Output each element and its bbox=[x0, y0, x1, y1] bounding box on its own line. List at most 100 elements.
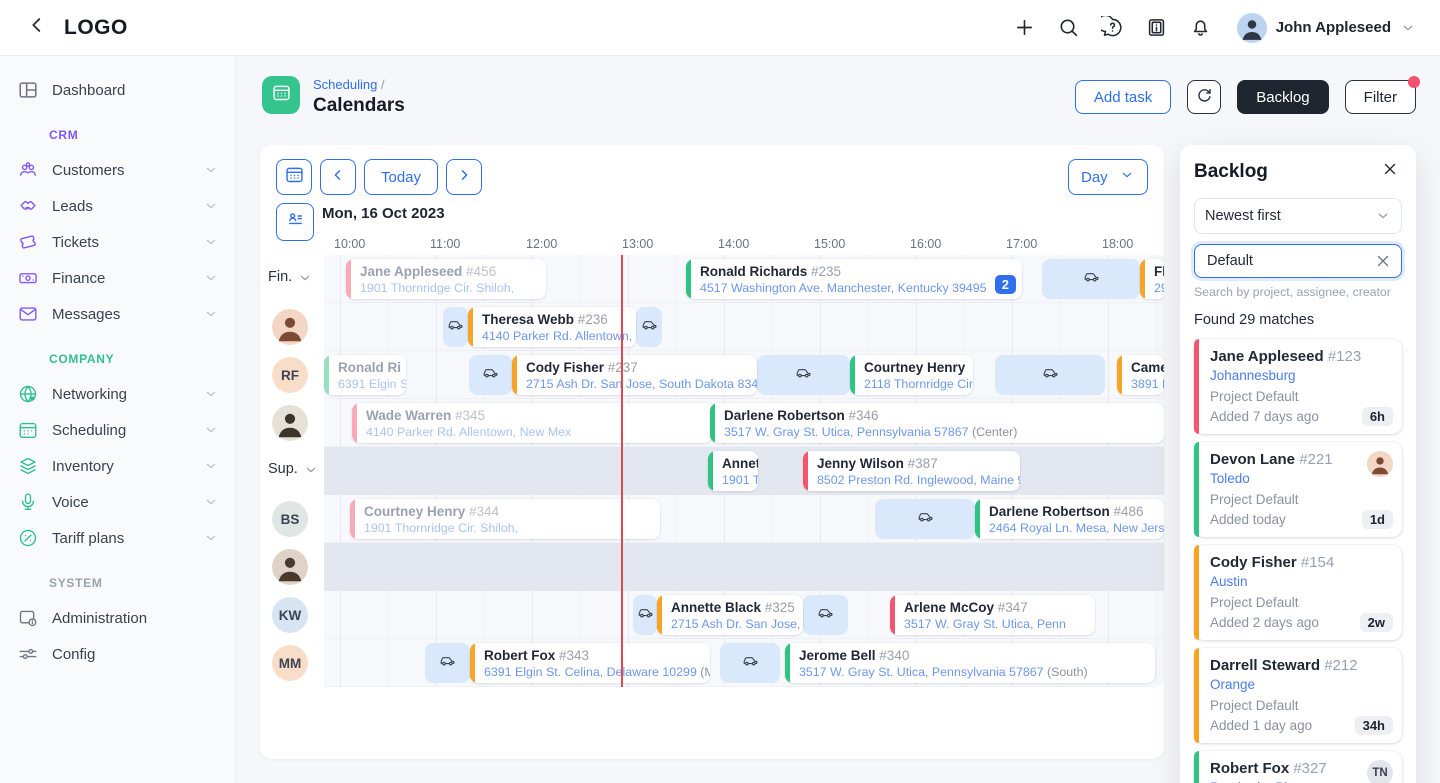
sidebar-item-finance[interactable]: Finance bbox=[0, 260, 235, 296]
calendar-event[interactable]: Annet1901 Th bbox=[708, 451, 758, 491]
calendar-event[interactable]: Arlene McCoy #3473517 W. Gray St. Utica,… bbox=[890, 595, 1095, 635]
card-city-link[interactable]: Orange bbox=[1210, 676, 1392, 693]
prev-day-button[interactable] bbox=[320, 159, 356, 195]
sidebar-item-networking[interactable]: Networking bbox=[0, 376, 235, 412]
resource-avatar-bs[interactable]: BS bbox=[272, 501, 308, 537]
sidebar-item-tickets[interactable]: Tickets bbox=[0, 224, 235, 260]
resource-group-fin[interactable]: Fin. bbox=[268, 269, 311, 285]
sidebar-item-inventory[interactable]: Inventory bbox=[0, 448, 235, 484]
backlog-card[interactable]: Devon Lane #221ToledoProject DefaultAdde… bbox=[1194, 442, 1402, 537]
calendar-event[interactable]: Cody Fisher #2372715 Ash Dr. San Jose, S… bbox=[512, 355, 757, 395]
sidebar-item-config[interactable]: Config bbox=[0, 636, 235, 672]
travel-block[interactable] bbox=[720, 643, 780, 683]
next-day-button[interactable] bbox=[446, 159, 482, 195]
card-city-link[interactable]: Johannesburg bbox=[1210, 367, 1392, 384]
back-button[interactable] bbox=[24, 15, 50, 41]
calendar-event[interactable]: Robert Fox #3436391 Elgin St. Celina, De… bbox=[470, 643, 710, 683]
calendar-event[interactable]: Jerome Bell #3403517 W. Gray St. Utica, … bbox=[785, 643, 1155, 683]
refresh-icon bbox=[1195, 86, 1214, 109]
view-select[interactable]: Day bbox=[1068, 159, 1148, 195]
travel-block[interactable] bbox=[425, 643, 470, 683]
travel-block[interactable] bbox=[636, 307, 662, 347]
resource-avatar[interactable] bbox=[272, 405, 308, 441]
clear-search-icon[interactable] bbox=[1373, 251, 1393, 271]
calendar-event[interactable]: Jane Appleseed #4561901 Thornridge Cir. … bbox=[346, 259, 546, 299]
chevron-down-icon bbox=[203, 458, 219, 474]
card-number: #154 bbox=[1301, 554, 1334, 571]
time-tick-label: 15:00 bbox=[814, 237, 845, 251]
calendar-event[interactable]: Wade Warren #3454140 Parker Rd. Allentow… bbox=[352, 403, 712, 443]
event-status-bar bbox=[708, 451, 713, 491]
backlog-card[interactable]: Cody Fisher #154AustinProject DefaultAdd… bbox=[1194, 545, 1402, 640]
sidebar-item-voice[interactable]: Voice bbox=[0, 484, 235, 520]
calendar-event[interactable]: Darlene Robertson #4862464 Royal Ln. Mes… bbox=[975, 499, 1164, 539]
backlog-toggle-button[interactable]: Backlog bbox=[1237, 80, 1328, 114]
event-address: 4140 Parker Rd. Allentown, N bbox=[482, 328, 628, 344]
travel-block[interactable] bbox=[633, 595, 657, 635]
calendar-event[interactable]: Courtney Henry #3441901 Thornridge Cir. … bbox=[350, 499, 660, 539]
travel-block[interactable] bbox=[469, 355, 512, 395]
help-icon[interactable] bbox=[1101, 16, 1124, 39]
backlog-card[interactable]: Jane Appleseed #123JohannesburgProject D… bbox=[1194, 339, 1402, 434]
card-city-link[interactable]: Pembroke Pines bbox=[1210, 779, 1392, 783]
today-button[interactable]: Today bbox=[364, 159, 438, 195]
chevron-down-icon bbox=[203, 234, 219, 250]
sidebar-item-label: Networking bbox=[52, 386, 127, 403]
resource-avatar[interactable] bbox=[272, 309, 308, 345]
sidebar-item-administration[interactable]: Administration bbox=[0, 600, 235, 636]
backlog-sort-select[interactable]: Newest first bbox=[1194, 198, 1402, 234]
search-icon[interactable] bbox=[1057, 16, 1080, 39]
sidebar-item-scheduling[interactable]: Scheduling bbox=[0, 412, 235, 448]
calendar-event[interactable]: Darlene Robertson #3463517 W. Gray St. U… bbox=[710, 403, 1164, 443]
calendar-picker-button[interactable] bbox=[276, 159, 312, 195]
card-status-bar bbox=[1194, 339, 1199, 434]
calendar-event[interactable]: Annette Black #3252715 Ash Dr. San Jose,… bbox=[657, 595, 803, 635]
time-tick-label: 17:00 bbox=[1006, 237, 1037, 251]
bell-icon[interactable] bbox=[1189, 16, 1212, 39]
travel-block[interactable] bbox=[443, 307, 468, 347]
resource-group-sup[interactable]: Sup. bbox=[268, 461, 317, 477]
calendar-event[interactable]: Ronald Richards #2354517 Washington Ave.… bbox=[686, 259, 1022, 299]
car-icon bbox=[438, 651, 457, 675]
resource-avatar-rf[interactable]: RF bbox=[272, 357, 308, 393]
plus-icon[interactable] bbox=[1013, 16, 1036, 39]
backlog-search-input[interactable] bbox=[1205, 252, 1373, 270]
backlog-close-button[interactable] bbox=[1378, 159, 1402, 183]
add-task-button[interactable]: Add task bbox=[1075, 80, 1171, 114]
calendar-event[interactable]: Came3891 R bbox=[1117, 355, 1164, 395]
sidebar-item-dashboard[interactable]: Dashboard bbox=[0, 72, 235, 108]
calendar-event[interactable]: Theresa Webb #2364140 Parker Rd. Allento… bbox=[468, 307, 636, 347]
filter-button[interactable]: Filter bbox=[1345, 80, 1416, 114]
breadcrumb-scheduling-link[interactable]: Scheduling bbox=[313, 77, 377, 92]
sidebar-item-tariff-plans[interactable]: Tariff plans bbox=[0, 520, 235, 556]
travel-block[interactable] bbox=[757, 355, 850, 395]
travel-block[interactable] bbox=[1042, 259, 1140, 299]
card-city-link[interactable]: Austin bbox=[1210, 573, 1392, 590]
travel-block[interactable] bbox=[875, 499, 975, 539]
calendar-event[interactable]: Jenny Wilson #3878502 Preston Rd. Inglew… bbox=[803, 451, 1020, 491]
leads-icon bbox=[17, 195, 39, 217]
refresh-button[interactable] bbox=[1187, 80, 1221, 114]
time-tick-label: 11:00 bbox=[430, 237, 460, 251]
event-count-badge: 2 bbox=[995, 275, 1016, 294]
guide-icon[interactable] bbox=[1145, 16, 1168, 39]
travel-block[interactable] bbox=[803, 595, 848, 635]
backlog-card[interactable]: Robert Fox #327Pembroke PinesProject Def… bbox=[1194, 751, 1402, 783]
resource-queue-button[interactable] bbox=[276, 203, 314, 241]
calendar-event[interactable]: Courtney Henry2118 Thornridge Cir. bbox=[850, 355, 973, 395]
travel-block[interactable] bbox=[995, 355, 1105, 395]
calendar-event[interactable]: Ronald Ri6391 Elgin S bbox=[324, 355, 406, 395]
resource-avatar-kw[interactable]: KW bbox=[272, 597, 308, 633]
card-city-link[interactable]: Toledo bbox=[1210, 470, 1392, 487]
sidebar-item-leads[interactable]: Leads bbox=[0, 188, 235, 224]
event-title: Annette Black #325 bbox=[671, 599, 795, 616]
backlog-sort-value: Newest first bbox=[1205, 208, 1281, 224]
sidebar-item-messages[interactable]: Messages bbox=[0, 296, 235, 332]
user-menu[interactable]: John Appleseed bbox=[1237, 13, 1416, 43]
sidebar-item-customers[interactable]: Customers bbox=[0, 152, 235, 188]
backlog-card[interactable]: Darrell Steward #212OrangeProject Defaul… bbox=[1194, 648, 1402, 743]
calendar-event[interactable]: Flo29 bbox=[1140, 259, 1164, 299]
event-address: 6391 Elgin S bbox=[338, 376, 398, 392]
resource-avatar-mm[interactable]: MM bbox=[272, 645, 308, 681]
resource-avatar[interactable] bbox=[272, 549, 308, 585]
